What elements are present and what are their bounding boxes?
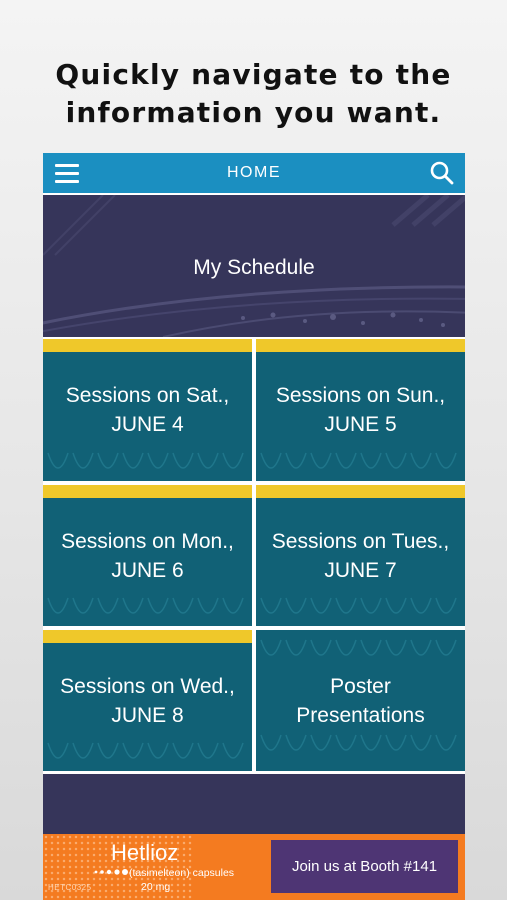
tile-sessions-sun[interactable]: Sessions on Sun., JUNE 5 [256, 339, 465, 481]
tile-label-line1: Sessions on Wed., [60, 675, 235, 698]
tile-label: Poster Presentations [256, 672, 465, 730]
booth-button[interactable]: Join us at Booth #141 [271, 840, 458, 893]
my-schedule-label: My Schedule [193, 256, 315, 279]
bottom-band [43, 774, 465, 834]
tile-label: Sessions on Wed., JUNE 8 [43, 672, 252, 730]
sponsor-logo-subtitle: (tasimelteon) capsules [129, 867, 235, 879]
tile-accent-bar [256, 485, 465, 498]
tile-label-line1: Sessions on Sat., [65, 384, 230, 407]
sponsor-logo-dots [94, 869, 128, 875]
tile-label-line1: Poster [330, 675, 391, 698]
app-screen: HOME My Schedule Sessions on Sat., JUNE … [43, 153, 465, 900]
tile-sessions-tues[interactable]: Sessions on Tues., JUNE 7 [256, 485, 465, 626]
promo-headline-line2: information you want. [65, 96, 442, 129]
tile-label: Sessions on Sat., JUNE 4 [43, 381, 252, 439]
decorative-pattern [260, 597, 457, 614]
promo-headline: Quickly navigate to the information you … [0, 56, 507, 132]
tile-label: Sessions on Sun., JUNE 5 [256, 381, 465, 439]
tile-sessions-mon[interactable]: Sessions on Mon., JUNE 6 [43, 485, 252, 626]
decorative-pattern [47, 452, 244, 469]
tile-label: Sessions on Mon., JUNE 6 [43, 527, 252, 585]
sponsor-logo-name: Hetlioz [111, 840, 179, 865]
tile-sessions-sat[interactable]: Sessions on Sat., JUNE 4 [43, 339, 252, 481]
tile-label-line1: Sessions on Sun., [275, 384, 446, 407]
tile-accent-bar [43, 339, 252, 352]
tile-label: Sessions on Tues., JUNE 7 [256, 527, 465, 585]
tile-accent-bar [256, 339, 465, 352]
decorative-pattern [47, 742, 244, 759]
decorative-pattern [260, 452, 457, 469]
tile-accent-bar [43, 485, 252, 498]
my-schedule-tile[interactable]: My Schedule [43, 195, 465, 337]
sponsor-logo-dose: 20 mg [141, 881, 171, 893]
tile-label-line1: Sessions on Tues., [271, 530, 450, 553]
page-title: HOME [227, 164, 281, 181]
tile-accent-bar [43, 630, 252, 643]
tile-label-line2: Presentations [296, 704, 425, 727]
decorative-pattern [47, 597, 244, 614]
promo-headline-line1: Quickly navigate to the [55, 58, 452, 91]
top-nav-bar: HOME [43, 153, 465, 193]
search-icon[interactable] [429, 160, 455, 186]
tile-poster-presentations[interactable]: Poster Presentations [256, 630, 465, 771]
tile-label-line1: Sessions on Mon., [61, 530, 234, 553]
tile-sessions-wed[interactable]: Sessions on Wed., JUNE 8 [43, 630, 252, 771]
sponsor-code: HETC0325 [48, 883, 92, 892]
sponsor-banner: Hetlioz (tasimelteon) capsules 20 mg HET… [43, 834, 465, 900]
